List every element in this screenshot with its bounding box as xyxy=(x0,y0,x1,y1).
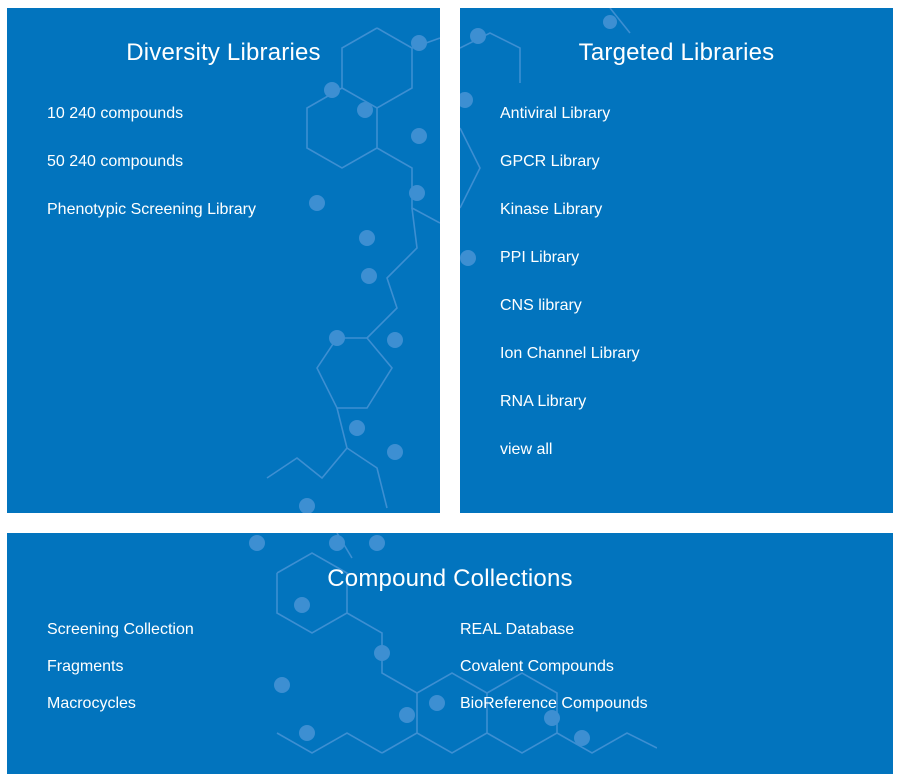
link-bioreference-compounds[interactable]: BioReference Compounds xyxy=(460,692,648,729)
link-ppi-library[interactable]: PPI Library xyxy=(500,234,893,282)
link-phenotypic-screening-library[interactable]: Phenotypic Screening Library xyxy=(47,186,440,234)
link-cns-library[interactable]: CNS library xyxy=(500,282,893,330)
compound-links-columns: Screening Collection Fragments Macrocycl… xyxy=(7,618,893,729)
targeted-libraries-title: Targeted Libraries xyxy=(578,39,775,66)
link-rna-library[interactable]: RNA Library xyxy=(500,378,893,426)
compound-collections-panel: Compound Collections Screening Collectio… xyxy=(7,533,893,774)
link-macrocycles[interactable]: Macrocycles xyxy=(47,692,460,729)
compound-links-right: REAL Database Covalent Compounds BioRefe… xyxy=(460,618,648,729)
link-real-database[interactable]: REAL Database xyxy=(460,618,648,655)
diversity-libraries-title: Diversity Libraries xyxy=(126,39,321,66)
link-ion-channel-library[interactable]: Ion Channel Library xyxy=(500,330,893,378)
link-10240-compounds[interactable]: 10 240 compounds xyxy=(47,90,440,138)
link-50240-compounds[interactable]: 50 240 compounds xyxy=(47,138,440,186)
link-view-all[interactable]: view all xyxy=(500,426,893,474)
targeted-links-list: Antiviral Library GPCR Library Kinase Li… xyxy=(460,90,893,474)
compound-collections-title: Compound Collections xyxy=(327,565,573,592)
compound-links-left: Screening Collection Fragments Macrocycl… xyxy=(7,618,460,729)
link-fragments[interactable]: Fragments xyxy=(47,655,460,692)
link-screening-collection[interactable]: Screening Collection xyxy=(47,618,460,655)
molecule-background-decoration xyxy=(266,27,440,513)
link-covalent-compounds[interactable]: Covalent Compounds xyxy=(460,655,648,692)
link-gpcr-library[interactable]: GPCR Library xyxy=(500,138,893,186)
link-kinase-library[interactable]: Kinase Library xyxy=(500,186,893,234)
targeted-libraries-panel: Targeted Libraries Antiviral Library GPC… xyxy=(460,8,893,513)
diversity-libraries-panel: Diversity Libraries 10 240 compounds 50 … xyxy=(7,8,440,513)
diversity-links-list: 10 240 compounds 50 240 compounds Phenot… xyxy=(7,90,440,234)
link-antiviral-library[interactable]: Antiviral Library xyxy=(500,90,893,138)
